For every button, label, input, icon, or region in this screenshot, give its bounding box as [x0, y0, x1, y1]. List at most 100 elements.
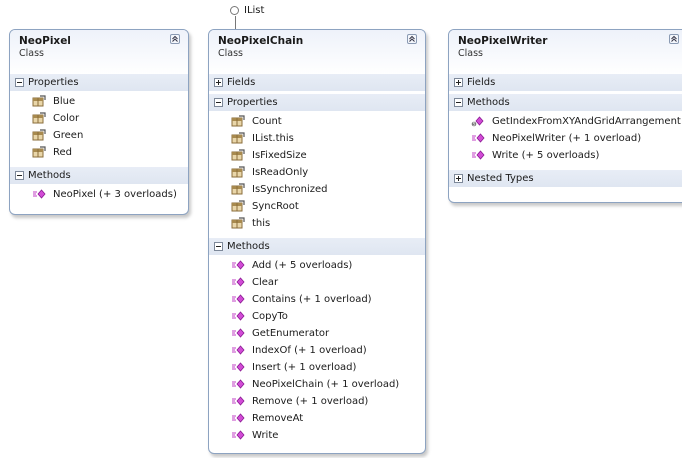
compartment-header[interactable]: Methods: [10, 167, 188, 184]
member-item[interactable]: NeoPixelChain (+ 1 overload): [209, 376, 425, 393]
member-item[interactable]: IsSynchronized: [209, 181, 425, 198]
member-item[interactable]: Write: [209, 427, 425, 444]
collapse-minus-icon[interactable]: [15, 78, 24, 87]
class-header: NeoPixel Class: [10, 30, 188, 74]
interface-label: IList: [244, 5, 265, 16]
member-label: NeoPixel (+ 3 overloads): [53, 189, 177, 200]
class-kind: Class: [218, 48, 243, 59]
compartment-header[interactable]: Methods: [209, 238, 425, 255]
member-label: Contains (+ 1 overload): [252, 294, 372, 305]
member-label: this: [252, 218, 271, 229]
collapse-minus-icon[interactable]: [214, 98, 223, 107]
compartment-label: Fields: [467, 77, 496, 88]
class-kind: Class: [19, 48, 44, 59]
member-item[interactable]: Color: [10, 110, 188, 127]
collapse-minus-icon[interactable]: [15, 171, 24, 180]
member-label: GetIndexFromXYAndGridArrangement: [492, 116, 681, 127]
member-label: IsFixedSize: [252, 150, 307, 161]
expand-plus-icon[interactable]: [454, 78, 463, 87]
member-label: NeoPixelWriter (+ 1 overload): [492, 133, 642, 144]
compartment-label: Properties: [28, 77, 79, 88]
expand-plus-icon[interactable]: [214, 78, 223, 87]
member-item[interactable]: SyncRoot: [209, 198, 425, 215]
compartment-members: Count IList.this IsFixedSize IsReadOnly IsSy…: [209, 111, 425, 235]
compartment-members: Blue Color Green Red: [10, 91, 188, 164]
compartment-label: Methods: [467, 97, 510, 108]
compartment-members: NeoPixel (+ 3 overloads): [10, 184, 188, 206]
member-label: Red: [53, 147, 72, 158]
collapse-minus-icon[interactable]: [214, 242, 223, 251]
member-label: Clear: [252, 277, 279, 288]
compartment-header[interactable]: Properties: [10, 74, 188, 91]
compartment-header[interactable]: Fields: [209, 74, 425, 91]
compartment-label: Properties: [227, 97, 278, 108]
member-label: IsSynchronized: [252, 184, 328, 195]
member-label: Remove (+ 1 overload): [252, 396, 369, 407]
interface-connector: [235, 16, 236, 29]
member-item[interactable]: IList.this: [209, 130, 425, 147]
member-item[interactable]: Red: [10, 144, 188, 161]
member-item[interactable]: IsFixedSize: [209, 147, 425, 164]
member-item[interactable]: Remove (+ 1 overload): [209, 393, 425, 410]
expand-plus-icon[interactable]: [454, 174, 463, 183]
class-box-neopixelchain[interactable]: NeoPixelChain Class Fields Properties Count I…: [208, 29, 426, 454]
compartment-header[interactable]: Fields: [449, 74, 682, 91]
compartment-header[interactable]: Methods: [449, 94, 682, 111]
member-label: Blue: [53, 96, 76, 107]
compartment-header[interactable]: Nested Types: [449, 170, 682, 187]
member-label: SyncRoot: [252, 201, 299, 212]
compartment-label: Methods: [28, 170, 71, 181]
class-box-neopixel[interactable]: NeoPixel Class Properties Blue Color Green Red…: [9, 29, 189, 215]
compartment-members: Add (+ 5 overloads) Clear Contains (+ 1 ov…: [209, 255, 425, 447]
member-label: IsReadOnly: [252, 167, 309, 178]
member-label: IList.this: [252, 133, 294, 144]
member-item[interactable]: Blue: [10, 93, 188, 110]
member-item[interactable]: GetEnumerator: [209, 325, 425, 342]
interface-lollipop-icon: [230, 6, 239, 15]
member-item[interactable]: Green: [10, 127, 188, 144]
class-kind: Class: [458, 48, 483, 59]
member-item[interactable]: Write (+ 5 overloads): [449, 147, 682, 164]
member-item[interactable]: Add (+ 5 overloads): [209, 257, 425, 274]
member-item[interactable]: RemoveAt: [209, 410, 425, 427]
compartment-header[interactable]: Properties: [209, 94, 425, 111]
member-item[interactable]: this: [209, 215, 425, 232]
member-item[interactable]: NeoPixelWriter (+ 1 overload): [449, 130, 682, 147]
compartment-label: Methods: [227, 241, 270, 252]
member-item[interactable]: IsReadOnly: [209, 164, 425, 181]
collapse-chevron-icon[interactable]: [669, 34, 679, 44]
class-box-neopixelwriter[interactable]: NeoPixelWriter Class Fields Methods S GetInde…: [448, 29, 682, 203]
member-label: IndexOf (+ 1 overload): [252, 345, 367, 356]
member-item[interactable]: NeoPixel (+ 3 overloads): [10, 186, 188, 203]
member-item[interactable]: S GetIndexFromXYAndGridArrangement: [449, 113, 682, 130]
member-label: Green: [53, 130, 84, 141]
member-item[interactable]: IndexOf (+ 1 overload): [209, 342, 425, 359]
member-label: GetEnumerator: [252, 328, 330, 339]
collapse-chevron-icon[interactable]: [407, 34, 417, 44]
class-name: NeoPixelChain: [218, 35, 304, 47]
member-item[interactable]: Insert (+ 1 overload): [209, 359, 425, 376]
member-item[interactable]: Clear: [209, 274, 425, 291]
svg-text:S: S: [473, 122, 476, 127]
compartment-label: Nested Types: [467, 173, 534, 184]
member-label: Insert (+ 1 overload): [252, 362, 357, 373]
member-label: NeoPixelChain (+ 1 overload): [252, 379, 400, 390]
member-label: Write: [252, 430, 279, 441]
member-item[interactable]: Contains (+ 1 overload): [209, 291, 425, 308]
member-item[interactable]: CopyTo: [209, 308, 425, 325]
collapse-chevron-icon[interactable]: [170, 34, 180, 44]
class-header: NeoPixelWriter Class: [449, 30, 682, 74]
member-label: Color: [53, 113, 80, 124]
member-label: CopyTo: [252, 311, 288, 322]
member-item[interactable]: Count: [209, 113, 425, 130]
compartment-members: S GetIndexFromXYAndGridArrangement NeoPixe…: [449, 111, 682, 167]
class-name: NeoPixel: [19, 35, 71, 47]
member-label: Add (+ 5 overloads): [252, 260, 353, 271]
class-header: NeoPixelChain Class: [209, 30, 425, 74]
member-label: Count: [252, 116, 282, 127]
collapse-minus-icon[interactable]: [454, 98, 463, 107]
class-name: NeoPixelWriter: [458, 35, 548, 47]
compartment-label: Fields: [227, 77, 256, 88]
member-label: RemoveAt: [252, 413, 304, 424]
member-label: Write (+ 5 overloads): [492, 150, 600, 161]
